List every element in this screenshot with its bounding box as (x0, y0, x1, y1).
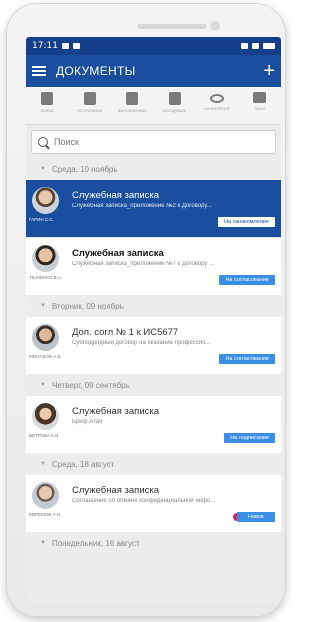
phone-frame: 17:11 ДОКУМЕНТЫ + новые полученные (7, 4, 285, 616)
tool-label: полученные (76, 109, 103, 113)
filter-toolbar: новые полученные выполненные исходящие н… (26, 87, 281, 125)
status-time: 17:11 (32, 41, 58, 51)
author-name: ГАРИН С.С. (29, 217, 54, 222)
phone-speaker (137, 24, 207, 29)
tool-done[interactable]: выполненные (112, 92, 152, 113)
avatar (32, 403, 59, 430)
search-input[interactable] (54, 137, 234, 147)
app-screen: 17:11 ДОКУМЕНТЫ + новые полученные (26, 37, 281, 602)
date-group-header[interactable]: ▼ Понедельник, 16 август (26, 532, 281, 554)
status-badge: Новое (237, 512, 275, 522)
collapse-triangle-icon: ▼ (40, 540, 46, 546)
app-header: ДОКУМЕНТЫ + (26, 55, 281, 87)
list-item[interactable]: ЕВРЕМОВ А.Н. Служебная записка Соглашени… (26, 475, 281, 532)
page-title: ДОКУМЕНТЫ (56, 64, 136, 78)
document-subtitle: Соглашение об обмене конфиденциальной ин… (72, 498, 216, 504)
search-box[interactable] (31, 130, 276, 154)
group-date: Вторник, 09 ноябрь (51, 301, 124, 311)
avatar (32, 245, 59, 272)
document-title: Служебная записка (72, 485, 160, 496)
document-title: Доп. согл № 1 к ИС5677 (72, 327, 179, 338)
wifi-icon (252, 43, 259, 49)
collapse-triangle-icon: ▼ (40, 382, 46, 388)
list-item[interactable]: ТКАЧЕНКО В.А. Служебная записка Служебна… (26, 238, 281, 295)
tool-label: выполненные (117, 109, 147, 113)
avatar (32, 324, 59, 351)
list-item[interactable]: ГАРИН С.С. Служебная записка Служебная з… (26, 180, 281, 237)
date-group-header[interactable]: ▼ Среда, 18 август (26, 453, 281, 475)
list-item[interactable]: ВЕТРОВА К.И. Служебная записка Бриф Атач… (26, 396, 281, 453)
status-badge: На согласование (219, 275, 275, 285)
tool-received[interactable]: полученные (70, 92, 110, 113)
document-icon (41, 92, 54, 105)
status-bar: 17:11 (26, 37, 281, 55)
document-subtitle: Служебная записка_приложение №2 к Догово… (72, 203, 212, 209)
chat-icon (253, 92, 267, 103)
status-badge: На ознакомление (218, 217, 275, 227)
author-name: ЕВРЕМОВ А.Н. (29, 512, 62, 517)
list-item[interactable]: МОНАХОВ А.В. Доп. согл № 1 к ИС5677 Субп… (26, 317, 281, 374)
tool-new[interactable]: новые (27, 92, 67, 113)
group-date: Среда, 18 август (51, 459, 115, 469)
group-date: Понедельник, 16 август (51, 538, 140, 548)
search-container (26, 125, 281, 158)
document-subtitle: Служебная записка_приложение №7 к Догово… (72, 261, 215, 267)
notification-icon (72, 43, 80, 49)
tool-outgoing[interactable]: исходящие (155, 92, 195, 113)
eye-icon (210, 94, 225, 103)
date-group-header[interactable]: ▼ Среда, 10 ноябрь (26, 158, 281, 180)
document-title: Служебная записка (72, 248, 164, 259)
document-title: Служебная записка (72, 190, 160, 201)
signal-icon (241, 43, 248, 49)
author-name: МОНАХОВ А.В. (29, 354, 62, 359)
author-name: ТКАЧЕНКО В.А. (29, 275, 63, 280)
check-doc-icon (126, 92, 139, 105)
group-date: Четверг, 09 сентябрь (51, 380, 130, 390)
incoming-icon (83, 92, 96, 105)
outgoing-icon (168, 92, 181, 105)
status-badge: На согласование (219, 354, 275, 364)
document-subtitle: Субподрядный договор на оказание професс… (72, 340, 211, 346)
settings-gear-icon (61, 43, 69, 49)
tool-label: чаты (254, 107, 265, 111)
phone-camera (210, 21, 220, 31)
group-date: Среда, 10 ноябрь (51, 164, 118, 174)
search-icon (38, 137, 48, 147)
tool-control[interactable]: на контроле (197, 92, 237, 111)
author-name: ВЕТРОВА К.И. (29, 433, 60, 438)
collapse-triangle-icon: ▼ (40, 461, 46, 467)
hamburger-icon[interactable] (32, 66, 46, 76)
status-badge: На подписание (224, 433, 275, 443)
battery-icon (263, 43, 275, 49)
document-title: Служебная записка (72, 406, 160, 417)
date-group-header[interactable]: ▼ Вторник, 09 ноябрь (26, 295, 281, 317)
collapse-triangle-icon: ▼ (40, 166, 46, 172)
tool-label: на контроле (204, 107, 230, 111)
avatar (32, 187, 59, 214)
plus-icon[interactable]: + (263, 61, 275, 81)
date-group-header[interactable]: ▼ Четверг, 09 сентябрь (26, 374, 281, 396)
tool-label: исходящие (163, 109, 187, 113)
avatar (32, 482, 59, 509)
collapse-triangle-icon: ▼ (40, 303, 46, 309)
tool-label: новые (40, 109, 54, 113)
document-subtitle: Бриф Атач (72, 419, 103, 425)
tool-chats[interactable]: чаты (240, 92, 280, 111)
